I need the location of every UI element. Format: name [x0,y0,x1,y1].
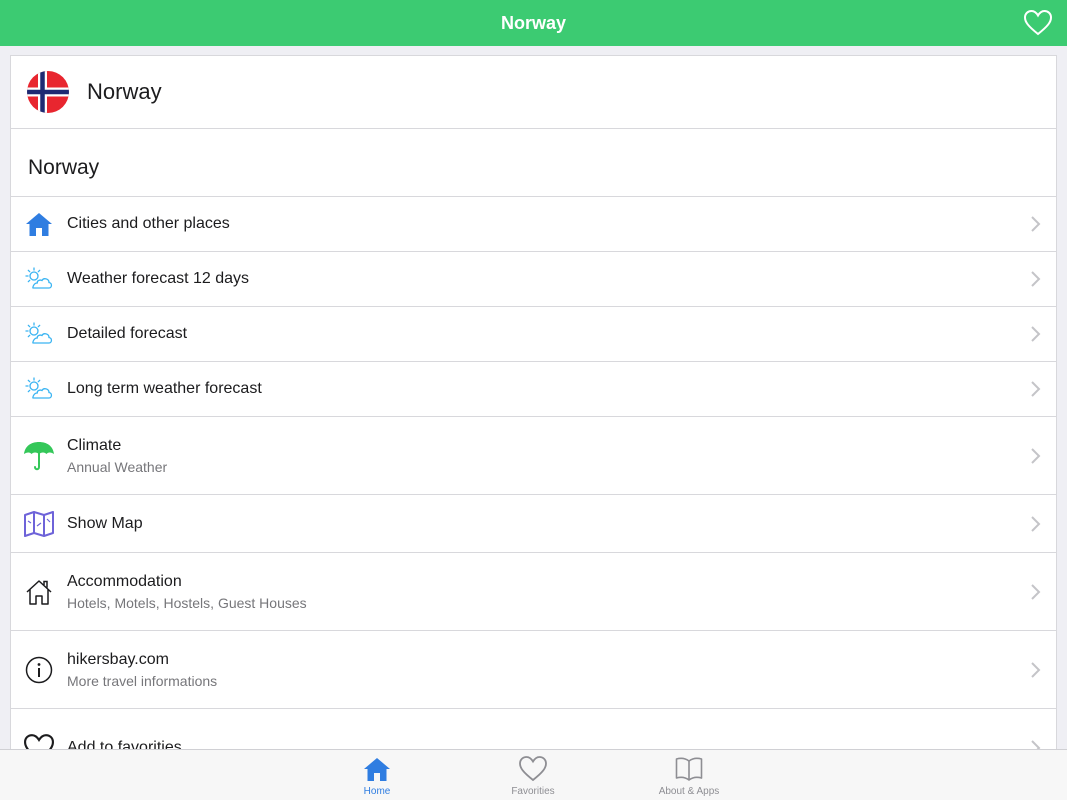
tab-home[interactable]: Home [327,750,427,800]
heart-outline-icon [519,756,547,782]
menu-item-detailed-forecast[interactable]: Detailed forecast [11,306,1056,361]
chevron-right-icon [1031,661,1041,678]
tab-label: Favorities [511,786,555,797]
menu-item-climate[interactable]: Climate Annual Weather [11,416,1056,494]
menu-item-subtitle: Hotels, Motels, Hostels, Guest Houses [67,594,307,611]
chevron-right-icon [1031,739,1041,749]
menu-item-accommodation[interactable]: Accommodation Hotels, Motels, Hostels, G… [11,552,1056,630]
chevron-right-icon [1031,583,1041,600]
tab-about-apps[interactable]: About & Apps [639,750,739,800]
menu-item-subtitle: More travel informations [67,672,218,689]
menu-item-hikersbay[interactable]: hikersbay.com More travel informations [11,630,1056,708]
menu-item-label: hikersbay.com [67,650,169,668]
country-header-card: Norway [10,55,1057,129]
navbar-title: Norway [500,12,567,33]
menu-item-long-term-forecast[interactable]: Long term weather forecast [11,361,1056,416]
menu-item-label: Accommodation [67,572,182,590]
home-icon [26,213,52,236]
chevron-right-icon [1031,447,1041,464]
chevron-right-icon [1031,381,1041,397]
tab-favorites[interactable]: Favorities [483,750,583,800]
menu-item-show-map[interactable]: Show Map [11,494,1056,552]
menu-item-cities[interactable]: Cities and other places [11,196,1056,251]
menu-item-label: Long term weather forecast [67,380,262,397]
country-title: Norway [87,79,162,104]
menu-item-label: Show Map [67,514,143,532]
favorite-button[interactable] [1023,9,1053,37]
home-icon [364,758,390,781]
menu-item-label: Detailed forecast [67,325,188,342]
info-icon [25,656,53,683]
menu-item-subtitle: Annual Weather [67,458,168,475]
tab-bar: Home Favorities About & Apps [0,749,1067,800]
menu-item-label: Weather forecast 12 days [67,270,250,287]
chevron-right-icon [1031,515,1041,532]
norway-flag-icon [27,71,69,113]
book-icon [675,757,703,781]
partly-cloudy-icon [25,267,53,289]
menu-item-label: Add to favorities [67,738,182,750]
chevron-right-icon [1031,216,1041,232]
menu-list: Norway Cities and other places Weather f [10,129,1057,749]
chevron-right-icon [1031,326,1041,342]
navigation-bar: Norway [0,0,1067,46]
menu-item-label: Climate [67,436,122,454]
heart-outline-icon [1024,10,1052,36]
partly-cloudy-icon [25,322,53,344]
menu-item-label: Cities and other places [67,215,230,232]
menu-item-add-to-favorites[interactable]: Add to favorities [11,708,1056,749]
umbrella-icon [24,441,54,470]
tab-label: About & Apps [658,786,720,797]
menu-item-weather-12-days[interactable]: Weather forecast 12 days [11,251,1056,306]
tab-label: Home [363,786,391,797]
chevron-right-icon [1031,271,1041,287]
map-icon [24,510,54,537]
section-title: Norway [28,155,100,179]
partly-cloudy-icon [25,377,53,399]
house-outline-icon [26,579,52,605]
heart-outline-icon [24,733,54,749]
